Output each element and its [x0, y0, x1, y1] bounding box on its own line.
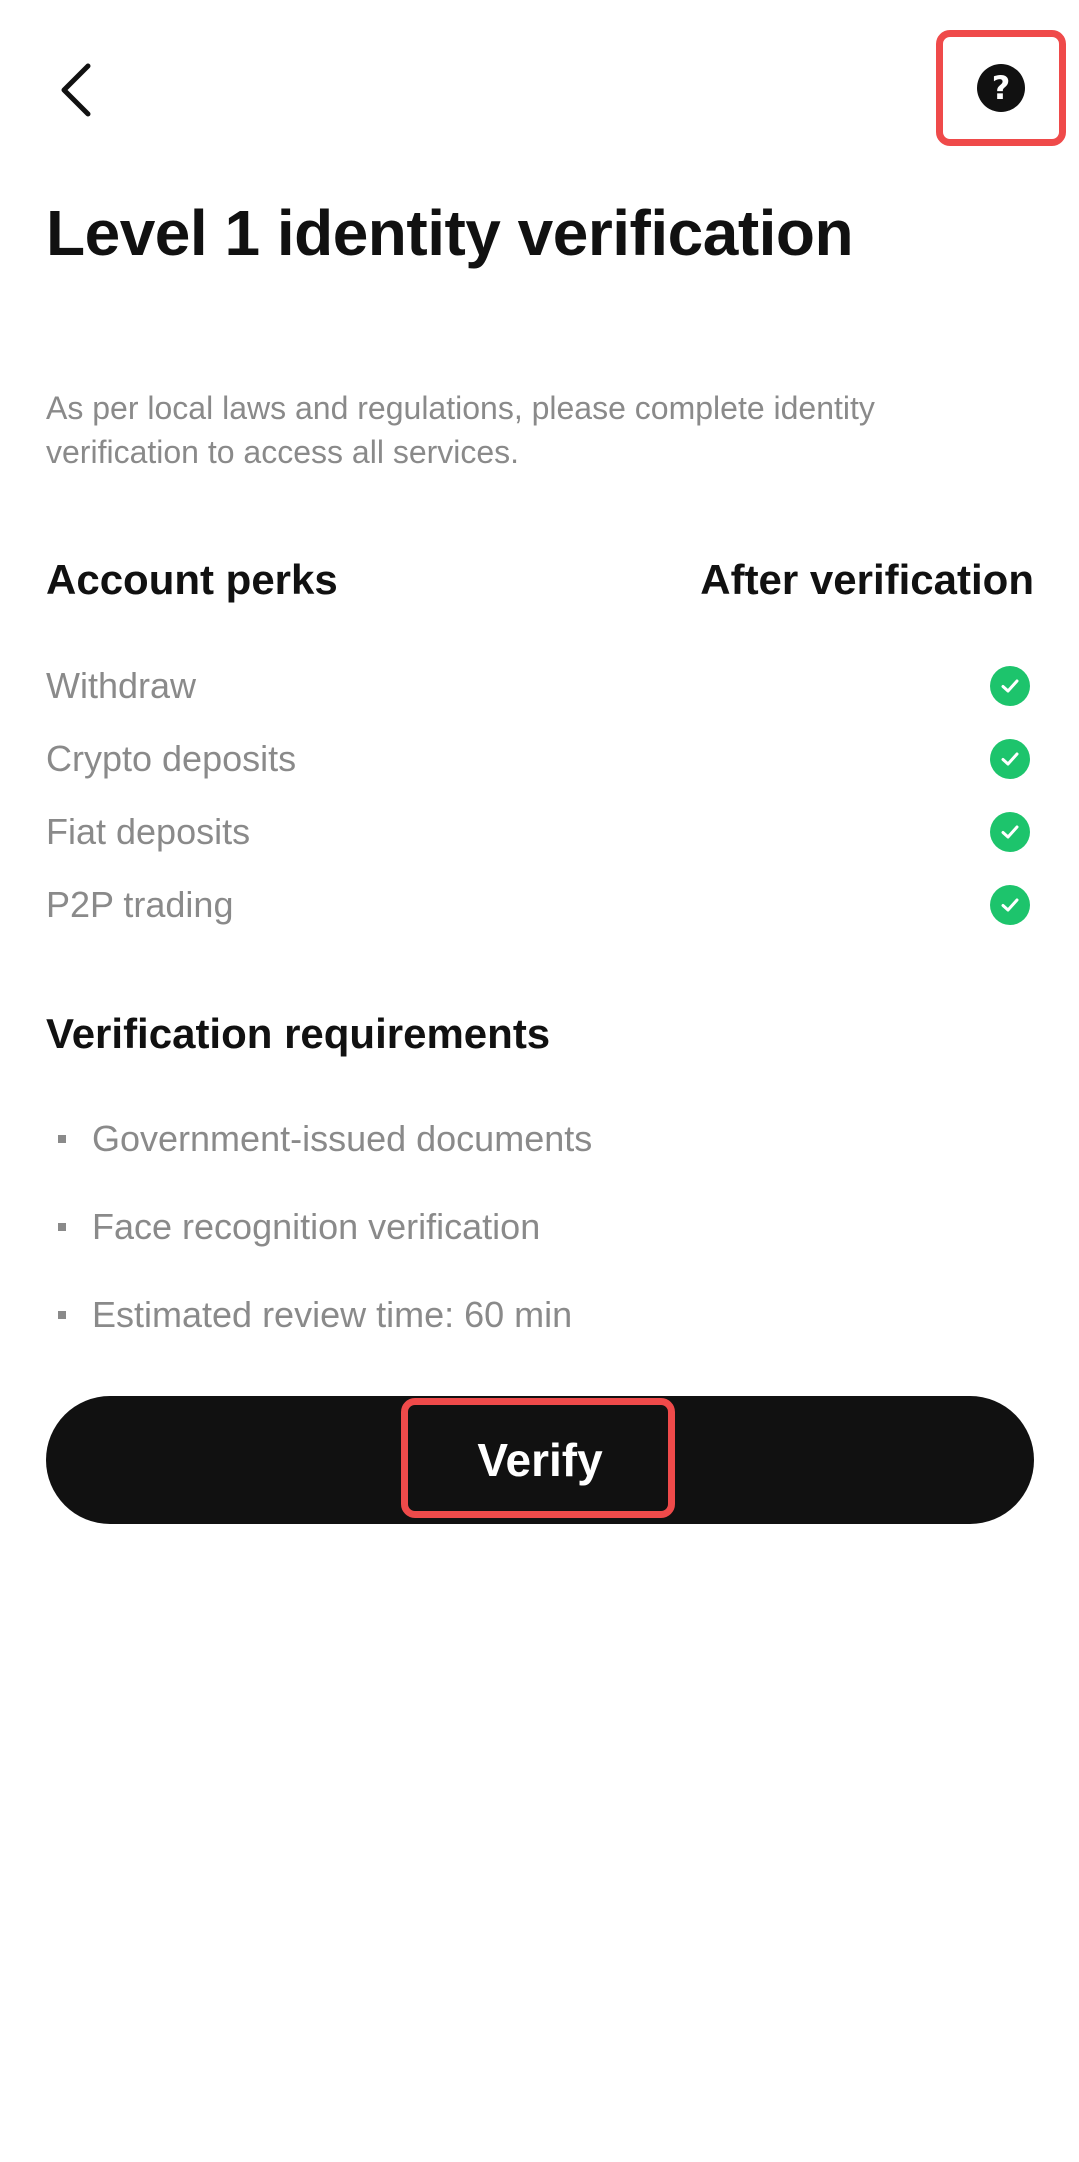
check-circle-icon: [990, 885, 1030, 925]
question-circle-icon: ?: [977, 64, 1025, 112]
bullet-icon: [58, 1223, 66, 1231]
perk-label: Withdraw: [46, 665, 197, 706]
perk-row-p2p-trading: P2P trading: [46, 877, 1034, 933]
perks-column-right-heading: After verification: [700, 556, 1034, 603]
verify-button-label: Verify: [477, 1434, 603, 1486]
bullet-icon: [58, 1311, 66, 1319]
requirement-label: Estimated review time: 60 min: [92, 1294, 573, 1335]
back-button[interactable]: [46, 54, 106, 126]
requirement-item: Estimated review time: 60 min: [58, 1294, 572, 1336]
requirement-item: Face recognition verification: [58, 1206, 540, 1248]
perk-label: Crypto deposits: [46, 738, 297, 779]
perk-row-crypto-deposits: Crypto deposits: [46, 731, 1034, 787]
check-circle-icon: [990, 812, 1030, 852]
requirement-label: Face recognition verification: [92, 1206, 541, 1247]
perks-header: Account perks After verification: [46, 556, 1034, 604]
page-subtitle: As per local laws and regulations, pleas…: [46, 390, 875, 470]
perks-column-left-heading: Account perks: [46, 556, 338, 603]
perk-label: P2P trading: [46, 884, 234, 925]
requirement-item: Government-issued documents: [58, 1118, 592, 1160]
perk-label: Fiat deposits: [46, 811, 251, 852]
bullet-icon: [58, 1135, 66, 1143]
help-symbol: ?: [991, 69, 1011, 107]
check-circle-icon: [990, 739, 1030, 779]
requirement-label: Government-issued documents: [92, 1118, 593, 1159]
page-title: Level 1 identity verification: [46, 197, 854, 269]
help-button[interactable]: ?: [936, 30, 1066, 146]
check-circle-icon: [990, 666, 1030, 706]
top-bar: ?: [0, 0, 1079, 180]
chevron-left-icon: [61, 63, 91, 117]
perk-row-withdraw: Withdraw: [46, 658, 1034, 714]
perk-row-fiat-deposits: Fiat deposits: [46, 804, 1034, 860]
requirements-title: Verification requirements: [46, 1010, 551, 1057]
verify-button[interactable]: Verify: [46, 1396, 1034, 1524]
